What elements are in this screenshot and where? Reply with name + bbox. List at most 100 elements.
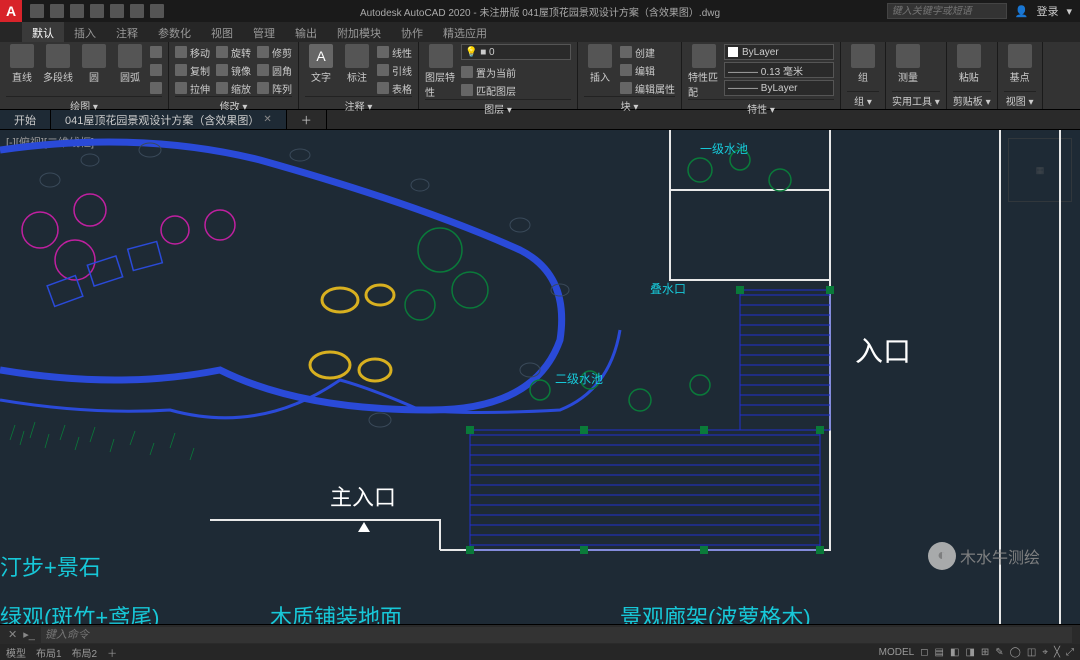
matchprops-button[interactable]: 特性匹配 [688, 44, 720, 99]
tab-new[interactable]: ＋ [287, 110, 327, 129]
array-button[interactable]: 阵列 [257, 80, 292, 96]
mirror-button[interactable]: 镜像 [216, 62, 251, 78]
status-snap-icon[interactable]: ▤ [935, 647, 944, 658]
status-anno-icon[interactable]: ⌖ [1042, 647, 1048, 658]
layout-tab-2[interactable]: 布局2 [72, 645, 98, 660]
qat-saveas-icon[interactable] [90, 4, 104, 18]
panel-viewbase: 基点 视图 ▾ [998, 42, 1043, 109]
tab-insert[interactable]: 插入 [64, 22, 106, 42]
status-osnap-icon[interactable]: ⊞ [981, 647, 989, 658]
lineweight-combo[interactable]: ——— 0.13 毫米 [724, 62, 834, 78]
copy-button[interactable]: 复制 [175, 62, 210, 78]
rotate-button[interactable]: 旋转 [216, 44, 251, 60]
insert-button[interactable]: 插入 [584, 44, 616, 84]
leader-button[interactable]: 引线 [377, 62, 412, 78]
paste-button[interactable]: 粘贴 [953, 44, 985, 84]
layout-tab-model[interactable]: 模型 [6, 645, 26, 660]
login-link[interactable]: 登录 [1036, 3, 1058, 19]
base-button[interactable]: 基点 [1004, 44, 1036, 84]
status-ws-icon[interactable]: ╳ [1054, 647, 1060, 658]
table-button[interactable]: 表格 [377, 80, 412, 96]
watermark: ◐ 木水牛测绘 [928, 542, 1040, 570]
tab-start[interactable]: 开始 [0, 110, 51, 129]
hatch-icon [150, 64, 162, 76]
qat-save-icon[interactable] [70, 4, 84, 18]
qat-open-icon[interactable] [50, 4, 64, 18]
status-polar-icon[interactable]: ◨ [965, 647, 974, 658]
status-full-icon[interactable]: ⤢ [1066, 647, 1074, 658]
app-logo[interactable]: A [0, 0, 22, 22]
dim-icon [345, 44, 369, 68]
status-lwt-icon[interactable]: ✎ [995, 647, 1003, 658]
linetype-combo[interactable]: ——— ByLayer [724, 80, 834, 96]
drawing-canvas[interactable]: [-][俯视][二维线框] ▦ [0, 130, 1080, 630]
label-entrance-east: 入口 [855, 330, 911, 370]
text-button[interactable]: A文字 [305, 44, 337, 84]
linear-button[interactable]: 线性 [377, 44, 412, 60]
qat-plot-icon[interactable] [110, 4, 124, 18]
tab-output[interactable]: 输出 [285, 22, 327, 42]
tab-featured[interactable]: 精选应用 [433, 22, 497, 42]
matchprops-icon [692, 44, 716, 68]
layout-tab-add[interactable]: ＋ [107, 645, 117, 660]
panel-block-label[interactable]: 块 ▾ [584, 96, 675, 114]
user-icon[interactable]: 👤 [1015, 5, 1029, 18]
tab-collab[interactable]: 协作 [391, 22, 433, 42]
layer-props-button[interactable]: 图层特性 [425, 44, 457, 99]
setcurrent-button[interactable]: 置为当前 [461, 64, 571, 80]
help-search-input[interactable] [887, 3, 1007, 19]
create-block-button[interactable]: 创建 [620, 44, 675, 60]
status-model-icon[interactable]: MODEL [879, 647, 915, 658]
measure-icon [896, 44, 920, 68]
measure-button[interactable]: 测量 [892, 44, 924, 84]
qat-undo-icon[interactable] [130, 4, 144, 18]
panel-groups-label[interactable]: 组 ▾ [847, 91, 879, 109]
stretch-button[interactable]: 拉伸 [175, 80, 210, 96]
panel-layers-label[interactable]: 图层 ▾ [425, 99, 571, 117]
status-ortho-icon[interactable]: ◧ [950, 647, 959, 658]
panel-utils-label[interactable]: 实用工具 ▾ [892, 91, 940, 109]
panel-draw: 直线 多段线 圆 圆弧 绘图 ▾ [0, 42, 169, 109]
close-icon[interactable]: ✕ [263, 114, 271, 125]
circle-button[interactable]: 圆 [78, 44, 110, 84]
scale-button[interactable]: 缩放 [216, 80, 251, 96]
more-icon[interactable]: ▾ [1066, 5, 1072, 18]
layout-tab-1[interactable]: 布局1 [36, 645, 62, 660]
dim-button[interactable]: 标注 [341, 44, 373, 84]
ellipse-button[interactable] [150, 80, 162, 96]
hatch-button[interactable] [150, 62, 162, 78]
status-qs-icon[interactable]: ◫ [1027, 647, 1036, 658]
status-grid-icon[interactable]: ◻ [920, 647, 928, 658]
tab-view[interactable]: 视图 [201, 22, 243, 42]
panel-props-label[interactable]: 特性 ▾ [688, 99, 834, 117]
tab-annotate[interactable]: 注释 [106, 22, 148, 42]
command-input[interactable] [41, 627, 1072, 643]
qat-redo-icon[interactable] [150, 4, 164, 18]
scale-icon [216, 82, 228, 94]
polyline-button[interactable]: 多段线 [42, 44, 74, 84]
panel-clip-label[interactable]: 剪贴板 ▾ [953, 91, 991, 109]
panel-properties: 特性匹配 ByLayer ——— 0.13 毫米 ——— ByLayer 特性 … [682, 42, 841, 109]
tab-parametric[interactable]: 参数化 [148, 22, 201, 42]
color-combo[interactable]: ByLayer [724, 44, 834, 60]
trim-button[interactable]: 修剪 [257, 44, 292, 60]
panel-view-label[interactable]: 视图 ▾ [1004, 91, 1036, 109]
line-button[interactable]: 直线 [6, 44, 38, 84]
arrow-up-icon [358, 522, 370, 532]
layer-combo[interactable]: 💡 ■ 0 [461, 44, 571, 60]
tab-manage[interactable]: 管理 [243, 22, 285, 42]
rect-button[interactable] [150, 44, 162, 60]
move-button[interactable]: 移动 [175, 44, 210, 60]
matchlayer-button[interactable]: 匹配图层 [461, 82, 571, 98]
qat-new-icon[interactable] [30, 4, 44, 18]
arc-button[interactable]: 圆弧 [114, 44, 146, 84]
status-trans-icon[interactable]: ◯ [1010, 647, 1021, 658]
tab-drawing[interactable]: 041屋顶花园景观设计方案（含效果图）✕ [51, 110, 287, 129]
editattr-button[interactable]: 编辑属性 [620, 80, 675, 96]
group-button[interactable]: 组 [847, 44, 879, 84]
edit-block-button[interactable]: 编辑 [620, 62, 675, 78]
fillet-button[interactable]: 圆角 [257, 62, 292, 78]
tab-addins[interactable]: 附加模块 [327, 22, 391, 42]
tab-default[interactable]: 默认 [22, 22, 64, 42]
cmd-close-icon[interactable]: ✕ [8, 628, 17, 641]
